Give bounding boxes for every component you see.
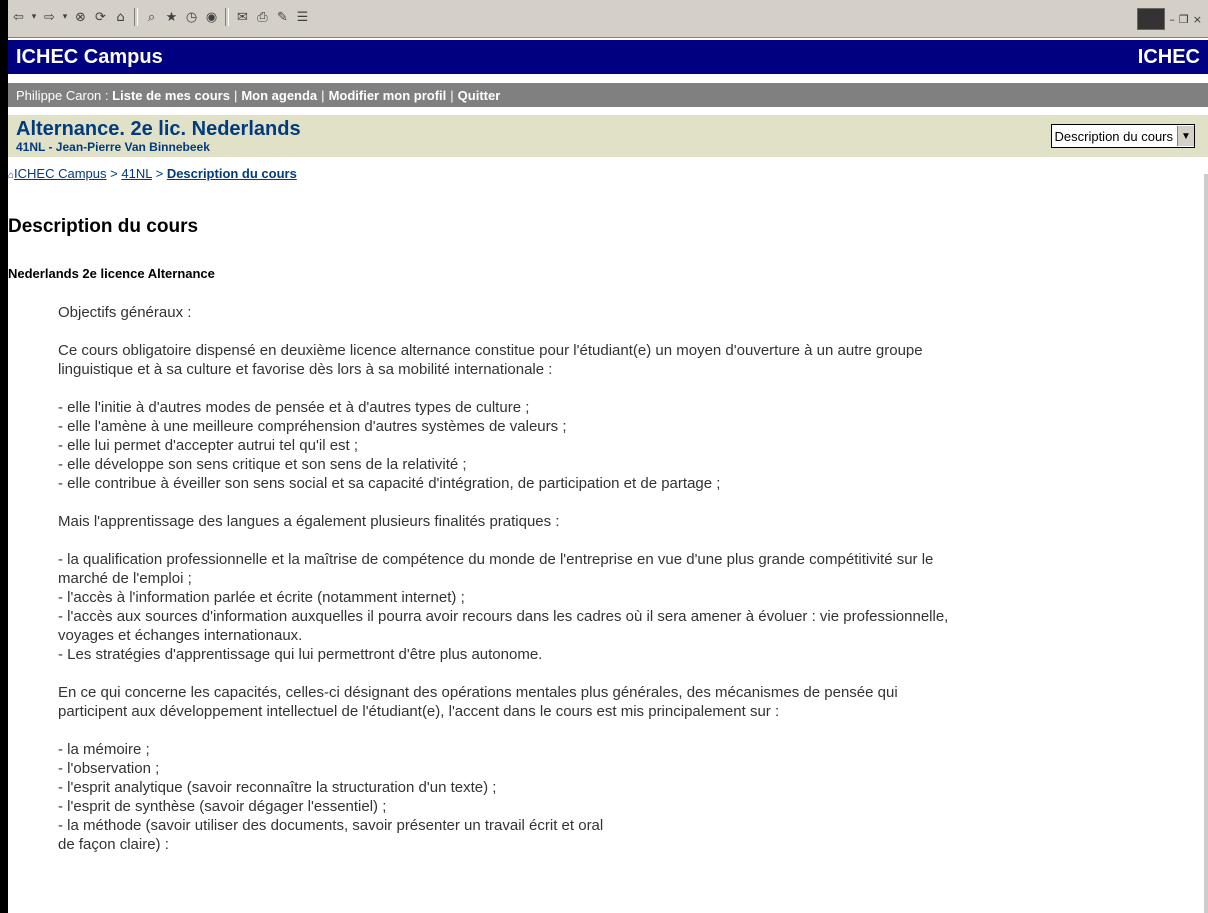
description-line: Ce cours obligatoire dispensé en deuxièm… <box>58 342 923 359</box>
windows-logo-icon: ⊞ <box>1137 8 1166 30</box>
discuss-icon[interactable]: ☰ <box>294 9 311 26</box>
breadcrumb-separator: > <box>110 166 118 181</box>
description-line: - elle lui permet d'accepter autrui tel … <box>58 437 359 454</box>
user-bar: Philippe Caron : Liste de mes cours | Mo… <box>8 83 1208 107</box>
window-frame-left <box>0 0 8 913</box>
description-line: - elle l'initie à d'autres modes de pens… <box>58 399 530 416</box>
user-colon: : <box>104 87 109 103</box>
forward-dropdown-icon[interactable]: ▾ <box>61 9 69 26</box>
forward-icon[interactable]: ⇨ <box>41 9 58 26</box>
description-line: - la méthode (savoir utiliser des docume… <box>58 817 604 834</box>
toolbar-separator <box>225 8 229 26</box>
history-icon[interactable]: ◷ <box>183 9 200 26</box>
course-title: Alternance. 2e lic. Nederlands <box>16 118 301 140</box>
description-line: - l'esprit de synthèse (savoir dégager l… <box>58 798 387 815</box>
toolbar-separator <box>134 8 138 26</box>
description-paragraph: Ce cours obligatoire dispensé en deuxièm… <box>58 341 1168 379</box>
select-value: Description du cours <box>1054 128 1174 144</box>
description-line: - l'observation ; <box>58 760 160 777</box>
favorites-icon[interactable]: ★ <box>163 9 180 26</box>
description-line: voyages et échanges internationaux. <box>58 627 303 644</box>
link-modifier-mon-profil[interactable]: Modifier mon profil <box>329 88 447 103</box>
print-icon[interactable]: ⎙ <box>254 9 271 26</box>
separator: | <box>321 87 325 103</box>
site-name[interactable]: ICHEC Campus <box>16 46 163 69</box>
window-controls: ⊞ – ❐ × <box>1137 8 1202 30</box>
search-icon[interactable]: ⌕ <box>143 9 160 26</box>
description-line: - l'esprit analytique (savoir reconnaîtr… <box>58 779 497 796</box>
breadcrumb-item-current[interactable]: Description du cours <box>167 166 297 181</box>
mail-icon[interactable]: ✉ <box>234 9 251 26</box>
back-dropdown-icon[interactable]: ▾ <box>30 9 38 26</box>
section-subheading: Nederlands 2e licence Alternance <box>8 266 215 281</box>
chevron-down-icon[interactable]: ▼ <box>1177 126 1194 146</box>
breadcrumb-item-course[interactable]: 41NL <box>121 166 152 181</box>
separator: | <box>233 87 238 103</box>
description-paragraph: En ce qui concerne les capacités, celles… <box>58 683 1168 721</box>
description-line: Objectifs généraux : <box>58 304 192 321</box>
browser-toolbar: ⇦ ▾ ⇨ ▾ ⊗ ⟳ ⌂ ⌕ ★ ◷ ◉ ✉ ⎙ ✎ ☰ ⊞ – ❐ × <box>8 0 1208 38</box>
refresh-icon[interactable]: ⟳ <box>92 9 109 26</box>
course-tool-select[interactable]: Description du cours ▼ <box>1050 124 1195 148</box>
description-line: - elle contribue à éveiller son sens soc… <box>58 475 721 492</box>
breadcrumb-item-campus[interactable]: ICHEC Campus <box>14 166 106 181</box>
course-subtitle: 41NL - Jean-Pierre Van Binnebeek <box>16 140 210 154</box>
site-header: ICHEC Campus ICHEC <box>8 40 1208 74</box>
description-line: - l'accès à l'information parlée et écri… <box>58 589 465 606</box>
main-content: Description du cours Nederlands 2e licen… <box>8 208 1188 281</box>
restore-icon[interactable]: ❐ <box>1179 13 1189 26</box>
stop-icon[interactable]: ⊗ <box>72 9 89 26</box>
page-title: Description du cours <box>8 216 199 237</box>
scrollbar[interactable] <box>1204 174 1208 913</box>
description-line: de façon claire) : <box>58 836 169 853</box>
description-line: - la mémoire ; <box>58 741 150 758</box>
description-line: - Les stratégies d'apprentissage qui lui… <box>58 646 543 663</box>
back-icon[interactable]: ⇦ <box>10 9 27 26</box>
user-name: Philippe Caron <box>16 87 102 103</box>
site-logo-text[interactable]: ICHEC <box>1138 46 1200 69</box>
description-paragraph: Objectifs généraux : <box>58 303 1168 322</box>
description-paragraph: - la qualification professionnelle et la… <box>58 550 1168 664</box>
description-paragraph: Mais l'apprentissage des langues a égale… <box>58 512 1168 531</box>
description-line: - elle l'amène à une meilleure compréhen… <box>58 418 567 435</box>
description-line: marché de l'emploi ; <box>58 570 192 587</box>
link-quitter[interactable]: Quitter <box>458 88 501 103</box>
description-line: linguistique et à sa culture et favorise… <box>58 361 553 378</box>
breadcrumb: ⌂ICHEC Campus > 41NL > Description du co… <box>8 166 297 181</box>
course-description: Objectifs généraux : Ce cours obligatoire… <box>58 303 1168 873</box>
close-icon[interactable]: × <box>1193 13 1202 26</box>
home-icon[interactable]: ⌂ <box>112 9 129 26</box>
breadcrumb-separator: > <box>155 166 164 181</box>
description-line: participent aux développement intellectu… <box>58 703 780 720</box>
description-paragraph: - la mémoire ; - l'observation ; - l'espri… <box>58 740 1168 854</box>
minimize-icon[interactable]: – <box>1169 13 1175 26</box>
edit-icon[interactable]: ✎ <box>274 9 291 26</box>
separator: | <box>450 87 454 103</box>
link-liste-de-mes-cours[interactable]: Liste de mes cours <box>112 88 230 103</box>
description-line: - l'accès aux sources d'information auxq… <box>58 608 949 625</box>
description-line: En ce qui concerne les capacités, celles… <box>58 684 898 701</box>
description-line: - la qualification professionnelle et la… <box>58 551 934 568</box>
media-icon[interactable]: ◉ <box>203 9 220 26</box>
link-mon-agenda[interactable]: Mon agenda <box>241 88 317 103</box>
description-paragraph: - elle l'initie à d'autres modes de pens… <box>58 398 1168 493</box>
description-line: - elle développe son sens critique et so… <box>58 456 467 473</box>
course-bar: Alternance. 2e lic. Nederlands 41NL - Je… <box>8 115 1208 157</box>
description-line: Mais l'apprentissage des langues a égale… <box>58 513 560 530</box>
